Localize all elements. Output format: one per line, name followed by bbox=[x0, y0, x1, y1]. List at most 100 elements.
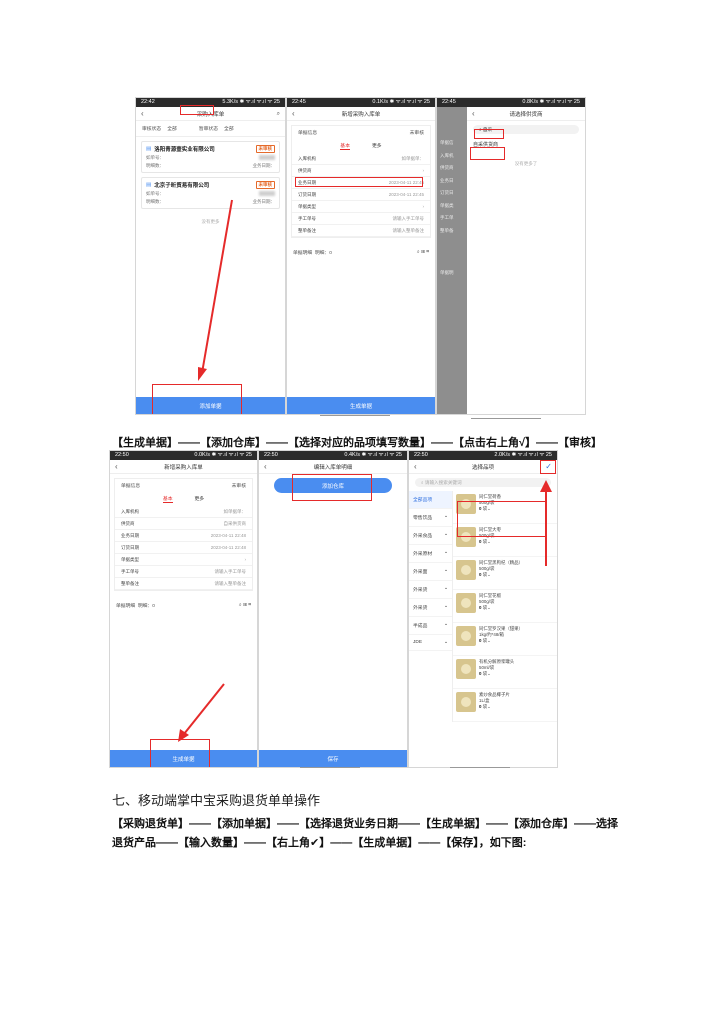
form-row[interactable]: 订货日期 2023-04-11 22:45 bbox=[292, 189, 430, 201]
page-title: 编辑入库单明细 bbox=[313, 464, 353, 471]
back-icon[interactable]: ‹ bbox=[141, 107, 144, 121]
highlight-box bbox=[474, 129, 504, 139]
tab-more[interactable]: 更多 bbox=[372, 142, 382, 150]
highlight-box bbox=[292, 474, 372, 501]
status-bar: 22:50 0.4K/s ✱ ᯤ.ıl ᯤ.ıl ᯤ 25 bbox=[259, 451, 407, 460]
list-item[interactable]: 同仁堂罗汉果（甜果） 1kg/约*48/箱 0 袋⌄ bbox=[453, 623, 557, 656]
category-item[interactable]: 外采货 ⌄ bbox=[409, 581, 452, 599]
form-row[interactable]: 业务日期 2023-04-11 22:48 bbox=[115, 530, 252, 542]
chevron-right-icon: › bbox=[244, 556, 247, 562]
form-row[interactable]: 手工单号 请输入手工单号 bbox=[115, 566, 252, 578]
product-image bbox=[456, 659, 476, 679]
back-icon[interactable]: ‹ bbox=[292, 107, 295, 121]
filter-bar: 审核状态 全部 暂审状态 全部 bbox=[136, 121, 285, 137]
page-title: 新增采购入库单 bbox=[341, 111, 381, 118]
status-badge: 未审核 bbox=[255, 145, 275, 153]
category-item[interactable]: JDE ⌄ bbox=[409, 635, 452, 651]
category-item[interactable]: 外采货 ⌄ bbox=[409, 599, 452, 617]
list-item[interactable]: 素炒食品椰子片 1L/盒 0 袋⌄ bbox=[453, 689, 557, 722]
form-row[interactable]: 入库机构 如单据单： bbox=[292, 153, 430, 165]
page-title: 新增采购入库单 bbox=[164, 464, 203, 471]
highlight-box bbox=[180, 105, 214, 115]
detail-header: 单据明细 明细：0 ⌕ ⊞ ⌗ bbox=[293, 249, 429, 256]
product-image bbox=[456, 692, 476, 712]
status-bar: 22:45 0.1K/s ✱ ᯤ.ıl ᯤ.ıl ᯤ 25 bbox=[287, 98, 435, 107]
tab-more[interactable]: 更多 bbox=[195, 495, 205, 503]
filter-hold-status[interactable]: 暂审状态 bbox=[199, 125, 218, 132]
back-icon[interactable]: ‹ bbox=[115, 460, 118, 474]
tab-basic[interactable]: 基本 bbox=[162, 495, 173, 503]
back-icon[interactable]: ‹ bbox=[264, 460, 267, 474]
form-row[interactable]: 单据类型 › bbox=[292, 201, 430, 213]
chevron-down-icon: ⌄ bbox=[443, 532, 448, 537]
screen-select-supplier: 22:45 0.8K/s ✱ ᯤ.ıl ᯤ.ıl ᯤ 25 单据信 入库机 供货… bbox=[436, 97, 586, 415]
form-row[interactable]: 整单备注 请输入整单备注 bbox=[115, 578, 252, 590]
status-bar: 22:50 0.0K/s ✱ ᯤ.ıl ᯤ.ıl ᯤ 25 bbox=[110, 451, 257, 460]
chevron-right-icon: › bbox=[422, 167, 425, 173]
nav-bar: ‹ 新增采购入库单 bbox=[110, 460, 257, 474]
empty-hint: 没有更多了 bbox=[514, 161, 538, 166]
generate-document-button[interactable]: 生成单据 bbox=[287, 397, 435, 414]
category-item[interactable]: 外采食品 ⌄ bbox=[409, 527, 452, 545]
form-card: 单据信息 未审核 基本 更多 入库机构 如单据单： 供货商 自采供货商 业务日期 2023… bbox=[114, 478, 253, 591]
form-row[interactable]: 手工单号 请输入手工单号 bbox=[292, 213, 430, 225]
back-icon[interactable]: ‹ bbox=[472, 107, 475, 121]
screen-new-purchase-receipt: 22:45 0.1K/s ✱ ᯤ.ıl ᯤ.ıl ᯤ 25 ‹ 新增采购入库单 … bbox=[286, 97, 436, 415]
nav-bar: ‹ 编辑入库单明细 bbox=[259, 460, 407, 474]
list-item[interactable]: 同仁堂花椒 500g/袋 0 袋⌄ bbox=[453, 590, 557, 623]
search-icon: ⌕ bbox=[421, 480, 424, 485]
highlight-box bbox=[295, 177, 423, 187]
form-row[interactable]: 订货日期 2023-04-11 22:48 bbox=[115, 542, 252, 554]
tab-basic[interactable]: 基本 bbox=[340, 142, 350, 150]
chevron-down-icon: ⌄ bbox=[443, 622, 448, 627]
document-icon: ▤ bbox=[146, 182, 152, 188]
nav-bar: ‹ 请选择供货商 bbox=[467, 107, 585, 121]
page-title: 请选择供货商 bbox=[509, 111, 543, 118]
home-indicator bbox=[320, 415, 390, 416]
document-icon: ▤ bbox=[146, 146, 152, 152]
toolbar-icons[interactable]: ⌕ ⊞ ⌗ bbox=[239, 602, 251, 609]
red-arrow bbox=[178, 683, 225, 742]
list-item[interactable]: ▤ 洛阳青源壹实业有限公司 未审核 如单号： 明细数： 业务日期： bbox=[141, 141, 280, 173]
search-input[interactable]: ⌕ 请输入搜索关键词 bbox=[415, 478, 551, 487]
red-arrow bbox=[540, 480, 552, 566]
status-bar: 22:50 2.0K/s ✱ ᯤ.ıl ᯤ.ıl ᯤ 25 bbox=[409, 451, 557, 460]
category-item[interactable]: 零售饮品 ⌄ bbox=[409, 509, 452, 527]
highlight-box bbox=[152, 384, 242, 414]
highlight-box bbox=[540, 460, 556, 474]
form-row[interactable]: 整单备注 请输入整单备注 bbox=[292, 225, 430, 237]
red-arrow bbox=[198, 199, 233, 381]
save-button[interactable]: 保存 bbox=[259, 750, 407, 767]
chevron-down-icon: ⌄ bbox=[443, 514, 448, 519]
form-row-supplier[interactable]: 供货商 自采供货商 bbox=[115, 518, 252, 530]
back-icon[interactable]: ‹ bbox=[414, 460, 417, 474]
detail-header: 单据明细 明细：0 ⌕ ⊞ ⌗ bbox=[116, 602, 251, 609]
list-item[interactable]: 有机分解原浆罐头 50ml/袋 0 袋⌄ bbox=[453, 656, 557, 689]
form-row[interactable]: 入库机构 如单据单： bbox=[115, 506, 252, 518]
filter-audit-value[interactable]: 全部 bbox=[167, 125, 177, 132]
toolbar-icons[interactable]: ⌕ ⊞ ⌗ bbox=[417, 249, 429, 256]
home-indicator bbox=[300, 767, 360, 768]
background-form: 单据信 入库机 供货商 业务日 订货日 单据类 手工单 整单备 单据明 bbox=[437, 107, 467, 414]
filter-hold-value[interactable]: 全部 bbox=[224, 125, 234, 132]
category-item[interactable]: 外采原材 ⌄ bbox=[409, 545, 452, 563]
chevron-down-icon: ⌄ bbox=[443, 550, 448, 555]
category-item[interactable]: 全部品项 bbox=[409, 491, 452, 509]
search-icon[interactable]: ⌕ bbox=[277, 107, 280, 121]
highlight-box bbox=[470, 147, 505, 160]
instruction-paragraph: 【采购退货单】——【添加单据】——【选择退货业务日期——【生成单据】——【添加仓… bbox=[112, 818, 618, 849]
form-row[interactable]: 单据类型 › bbox=[115, 554, 252, 566]
section-heading: 七、移动端掌中宝采购退货单单操作 bbox=[112, 793, 321, 808]
form-row-supplier[interactable]: 供货商 › bbox=[292, 165, 430, 177]
product-image bbox=[456, 626, 476, 646]
caption-steps: 【生成单据】——【添加仓库】——【选择对应的品项填写数量】——【点击右上角√】—… bbox=[112, 437, 603, 449]
nav-bar: ‹ 选择品项 ✓ bbox=[409, 460, 557, 474]
product-image bbox=[456, 560, 476, 580]
filter-audit-status[interactable]: 审核状态 bbox=[142, 125, 161, 132]
chevron-down-icon: ⌄ bbox=[443, 604, 448, 609]
page-title: 选择品项 bbox=[471, 464, 494, 471]
chevron-down-icon: ⌄ bbox=[443, 586, 448, 591]
category-item[interactable]: 外采面 ⌄ bbox=[409, 563, 452, 581]
product-image bbox=[456, 593, 476, 613]
category-item[interactable]: 半成品 ⌄ bbox=[409, 617, 452, 635]
